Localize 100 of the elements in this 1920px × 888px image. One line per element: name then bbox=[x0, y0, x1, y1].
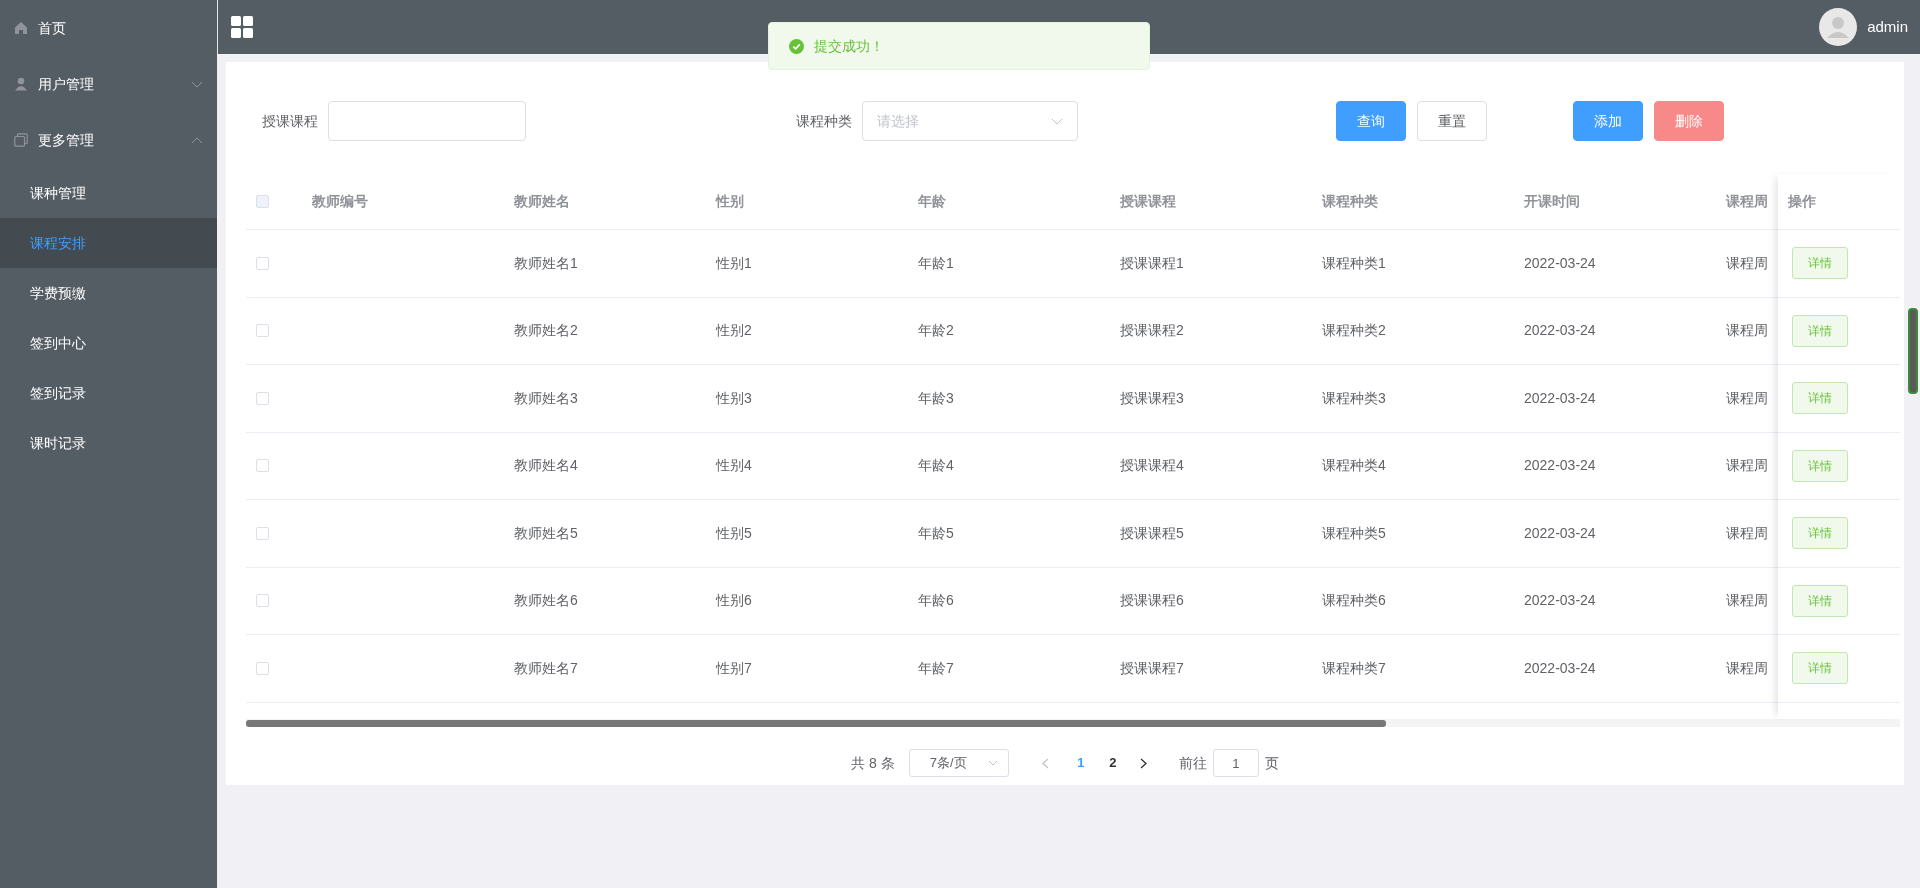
table-cell-text: 课程种类2 bbox=[1321, 321, 1387, 341]
horizontal-scrollbar[interactable] bbox=[246, 719, 1900, 727]
avatar-icon[interactable] bbox=[1819, 8, 1858, 46]
page-input[interactable]: 1 bbox=[1212, 749, 1259, 777]
table-cell-text: 年龄2 bbox=[917, 321, 955, 341]
table-cell-text: 2022-03-24 bbox=[1523, 523, 1597, 543]
table-cell-text: 教师姓名5 bbox=[513, 523, 579, 543]
column-header: 教师编号 bbox=[311, 192, 369, 211]
table-cell-text: 2022-03-24 bbox=[1523, 658, 1597, 678]
table-cell-text: 教师姓名1 bbox=[513, 253, 579, 273]
table-cell-text: 性别4 bbox=[714, 456, 753, 476]
checkbox[interactable] bbox=[256, 661, 269, 675]
menu-label: 用户管理 bbox=[38, 74, 95, 94]
details-button[interactable]: 详情 bbox=[1792, 247, 1848, 280]
check-circle-icon bbox=[789, 38, 804, 54]
chevron-right-icon[interactable] bbox=[1140, 757, 1148, 769]
table-cell-text: 课程周 bbox=[1725, 388, 1769, 408]
goto-label: 前往 bbox=[1178, 753, 1207, 773]
total-count: 共 8 条 bbox=[851, 753, 895, 773]
field-label: 课程种类 bbox=[796, 111, 852, 131]
submenu-item[interactable]: 课程安排 bbox=[0, 218, 217, 268]
user-name[interactable]: admin bbox=[1867, 15, 1908, 39]
table-cell-text: 教师姓名4 bbox=[513, 456, 579, 476]
table-cell-text: 课程种类6 bbox=[1321, 591, 1387, 611]
select-field[interactable]: 请选择 bbox=[862, 101, 1078, 141]
table-cell-text: 年龄6 bbox=[917, 591, 955, 611]
checkbox[interactable] bbox=[256, 459, 269, 473]
details-button[interactable]: 详情 bbox=[1792, 314, 1848, 347]
table-cell-text: 性别1 bbox=[714, 253, 753, 273]
checkbox[interactable] bbox=[256, 195, 269, 208]
column-header: 性别 bbox=[714, 192, 745, 211]
table-cell-text: 课程种类4 bbox=[1321, 456, 1387, 476]
table-cell-text: 课程周 bbox=[1725, 456, 1769, 476]
table-cell-text: 授课课程2 bbox=[1119, 321, 1185, 341]
menu-label: 首页 bbox=[38, 18, 67, 38]
table-cell-text: 课程周 bbox=[1725, 321, 1769, 341]
page-number[interactable]: 2 bbox=[1096, 753, 1129, 773]
column-header: 年龄 bbox=[917, 192, 947, 211]
submenu-item[interactable]: 学费预缴 bbox=[0, 268, 217, 318]
table-cell-text: 年龄5 bbox=[917, 523, 955, 543]
checkbox[interactable] bbox=[256, 526, 269, 540]
details-button[interactable]: 详情 bbox=[1792, 652, 1848, 685]
page-number[interactable]: 1 bbox=[1064, 753, 1097, 773]
table-cell-text: 年龄7 bbox=[917, 658, 955, 678]
table-cell-text: 授课课程4 bbox=[1119, 456, 1185, 476]
table-cell-text: 性别2 bbox=[714, 321, 753, 341]
scrollbar-thumb[interactable] bbox=[246, 719, 1386, 727]
details-button[interactable]: 详情 bbox=[1792, 449, 1848, 482]
table-cell-text: 年龄3 bbox=[917, 388, 955, 408]
table-cell-text: 性别3 bbox=[714, 388, 753, 408]
table-cell-text: 教师姓名6 bbox=[513, 591, 579, 611]
vertical-scrollbar-thumb[interactable] bbox=[1908, 308, 1918, 394]
chevron-down-icon bbox=[1051, 117, 1063, 125]
column-header: 授课课程 bbox=[1119, 192, 1177, 211]
submenu-item[interactable]: 课种管理 bbox=[0, 168, 217, 218]
copy-icon bbox=[14, 133, 28, 147]
table-cell-text: 2022-03-24 bbox=[1523, 253, 1597, 273]
details-button[interactable]: 详情 bbox=[1792, 584, 1848, 617]
page-suffix: 页 bbox=[1264, 753, 1279, 773]
menu-label: 更多管理 bbox=[38, 130, 95, 150]
grid-menu-icon[interactable] bbox=[230, 15, 254, 39]
table-cell-text: 性别6 bbox=[714, 591, 753, 611]
user-icon bbox=[14, 77, 28, 91]
action-button[interactable]: 重置 bbox=[1417, 101, 1487, 141]
table-cell-text: 授课课程3 bbox=[1119, 388, 1185, 408]
submenu-item[interactable]: 课时记录 bbox=[0, 418, 217, 468]
checkbox[interactable] bbox=[256, 594, 269, 608]
page-size-select[interactable]: 7条/页 bbox=[908, 749, 1009, 777]
field-label: 授课课程 bbox=[262, 111, 318, 131]
table-cell-text: 课程周 bbox=[1725, 591, 1769, 611]
table-cell-text: 课程周 bbox=[1725, 523, 1769, 543]
table-cell-text: 授课课程1 bbox=[1119, 253, 1185, 273]
submenu-item[interactable]: 签到记录 bbox=[0, 368, 217, 418]
input-field[interactable] bbox=[328, 101, 526, 141]
action-button[interactable]: 查询 bbox=[1336, 101, 1406, 141]
checkbox[interactable] bbox=[256, 256, 269, 270]
action-button[interactable]: 添加 bbox=[1573, 101, 1643, 141]
checkbox[interactable] bbox=[256, 391, 269, 405]
table-cell-text: 授课课程5 bbox=[1119, 523, 1185, 543]
action-button[interactable]: 删除 bbox=[1654, 101, 1724, 141]
checkbox[interactable] bbox=[256, 324, 269, 338]
table-cell-text: 性别5 bbox=[714, 523, 753, 543]
table-cell-text: 2022-03-24 bbox=[1523, 321, 1597, 341]
table-cell-text: 课程周 bbox=[1725, 658, 1769, 678]
table-cell-text: 2022-03-24 bbox=[1523, 388, 1597, 408]
details-button[interactable]: 详情 bbox=[1792, 517, 1848, 550]
table-cell-text: 授课课程6 bbox=[1119, 591, 1185, 611]
table-cell-text: 教师姓名7 bbox=[513, 658, 579, 678]
column-header: 操作 bbox=[1788, 192, 1816, 211]
column-header: 教师姓名 bbox=[513, 192, 571, 211]
table-cell-text: 2022-03-24 bbox=[1523, 456, 1597, 476]
table-cell-text: 2022-03-24 bbox=[1523, 591, 1597, 611]
details-button[interactable]: 详情 bbox=[1792, 382, 1848, 415]
chevron-down-icon bbox=[987, 760, 998, 766]
submenu-item[interactable]: 签到中心 bbox=[0, 318, 217, 368]
table-cell-text: 年龄4 bbox=[917, 456, 955, 476]
table-cell-text: 课程周 bbox=[1725, 253, 1769, 273]
column-header: 课程种类 bbox=[1320, 192, 1379, 211]
column-header: 课程周 bbox=[1724, 192, 1769, 211]
column-header: 开课时间 bbox=[1523, 192, 1581, 211]
